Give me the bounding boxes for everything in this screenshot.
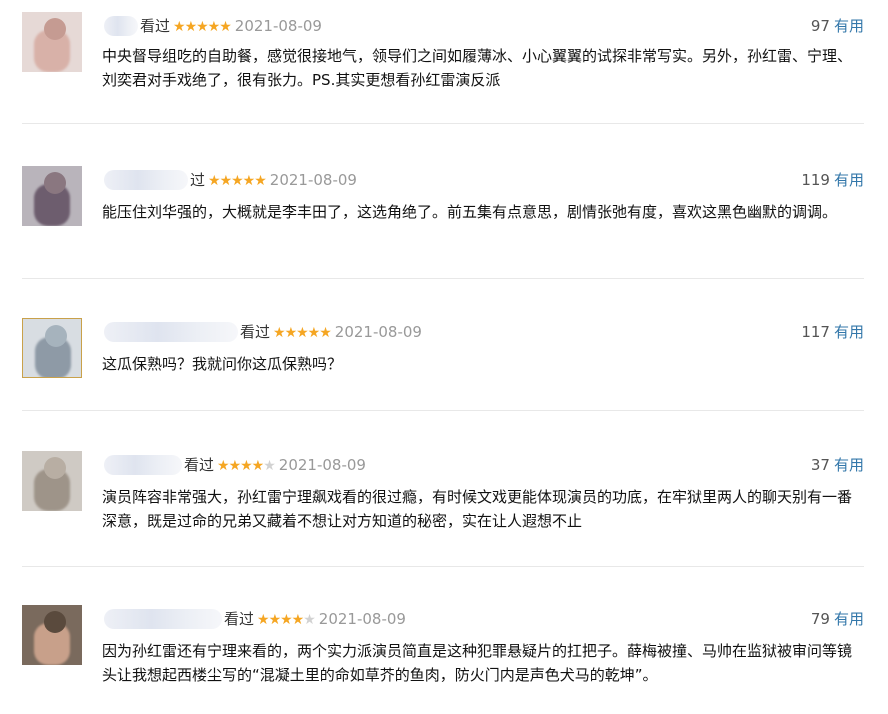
useful-button[interactable]: 有用: [834, 171, 864, 189]
vote-count: 37: [810, 456, 830, 474]
review-content: 演员阵容非常强大，孙红雷宁理飙戏看的很过瘾，有时候文戏更能体现演员的功底，在牢狱…: [102, 488, 853, 530]
review-date: 2021-08-09: [278, 456, 366, 474]
review-date: 2021-08-09: [269, 171, 357, 189]
avatar[interactable]: [22, 451, 82, 511]
review-meta: 过 ★★★★★ 2021-08-09: [190, 170, 357, 191]
star-rating: ★★★★★: [208, 171, 267, 191]
username-blurred[interactable]: [104, 322, 238, 342]
star-rating: ★★★★★: [273, 323, 332, 343]
watched-label: 过: [190, 171, 206, 189]
vote-area: 97 有用: [811, 16, 864, 36]
avatar[interactable]: [22, 12, 82, 72]
vote-area: 119 有用: [801, 170, 864, 190]
vote-count: 117: [801, 323, 830, 341]
star-icon: ★★★★★: [208, 173, 267, 189]
username-blurred[interactable]: [104, 170, 188, 190]
watched-label: 看过: [140, 17, 171, 35]
star-icon: ★★★★★: [173, 19, 232, 35]
review-meta: 看过 ★★★★★ 2021-08-09: [224, 609, 406, 630]
review-date: 2021-08-09: [234, 17, 322, 35]
divider: [22, 123, 864, 124]
username-blurred[interactable]: [104, 609, 222, 629]
username-blurred[interactable]: [104, 16, 138, 36]
useful-button[interactable]: 有用: [834, 610, 864, 628]
star-rating: ★★★★★: [173, 17, 232, 37]
vote-count: 97: [810, 17, 830, 35]
divider: [22, 278, 864, 279]
star-icon: ★★★★: [217, 458, 264, 474]
vote-count: 119: [801, 171, 830, 189]
star-empty-icon: ★: [303, 612, 316, 628]
divider: [22, 566, 864, 567]
username-blurred[interactable]: [104, 455, 182, 475]
avatar[interactable]: [22, 166, 82, 226]
vote-area: 79 有用: [811, 609, 864, 629]
useful-button[interactable]: 有用: [834, 17, 864, 35]
avatar[interactable]: [22, 318, 82, 378]
review-meta: 看过 ★★★★★ 2021-08-09: [184, 455, 366, 476]
review-content: 中央督导组吃的自助餐，感觉很接地气，领导们之间如履薄冰、小心翼翼的试探非常写实。…: [102, 47, 853, 89]
useful-button[interactable]: 有用: [834, 323, 864, 341]
star-icon: ★★★★: [257, 612, 304, 628]
review-date: 2021-08-09: [318, 610, 406, 628]
watched-label: 看过: [224, 610, 255, 628]
star-icon: ★★★★★: [273, 325, 332, 341]
avatar[interactable]: [22, 605, 82, 665]
review-content: 因为孙红雷还有宁理来看的，两个实力派演员简直是这种犯罪悬疑片的扛把子。薛梅被撞、…: [102, 642, 853, 684]
watched-label: 看过: [184, 456, 215, 474]
review-content: 这瓜保熟吗？我就问你这瓜保熟吗？: [102, 355, 343, 373]
vote-count: 79: [810, 610, 830, 628]
useful-button[interactable]: 有用: [834, 456, 864, 474]
review-meta: 看过 ★★★★★ 2021-08-09: [240, 322, 422, 343]
star-empty-icon: ★: [263, 458, 276, 474]
review-date: 2021-08-09: [334, 323, 422, 341]
star-rating: ★★★★★: [217, 456, 276, 476]
vote-area: 117 有用: [801, 322, 864, 342]
divider: [22, 410, 864, 411]
watched-label: 看过: [240, 323, 271, 341]
vote-area: 37 有用: [811, 455, 864, 475]
review-content: 能压住刘华强的，大概就是李丰田了，这选角绝了。前五集有点意思，剧情张弛有度，喜欢…: [102, 203, 838, 221]
star-rating: ★★★★★: [257, 610, 316, 630]
review-meta: 看过 ★★★★★ 2021-08-09: [140, 16, 322, 37]
